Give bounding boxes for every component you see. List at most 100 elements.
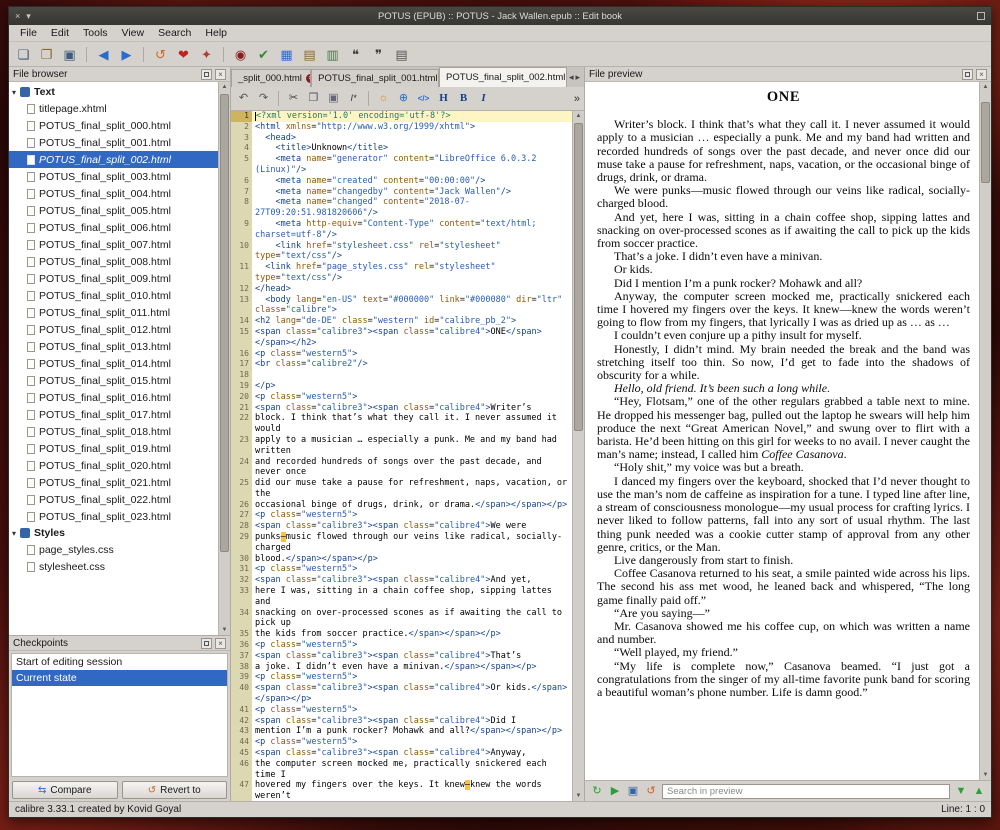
code-line[interactable]: 42<span class="calibre3"><span class="ca… (231, 716, 572, 727)
scroll-down-icon[interactable]: ▼ (980, 770, 991, 780)
file-item[interactable]: POTUS_final_split_010.html (9, 287, 218, 304)
code-line[interactable]: 37<span class="calibre3"><span class="ca… (231, 651, 572, 662)
code-line[interactable]: 23apply to a musician … especially a pun… (231, 435, 572, 457)
copy-icon[interactable]: ❐ (305, 90, 322, 108)
manage-fonts-icon[interactable]: ▤ (300, 45, 319, 64)
file-item[interactable]: POTUS_final_split_015.html (9, 372, 218, 389)
close-panel-icon[interactable]: × (215, 69, 226, 80)
menu-tools[interactable]: Tools (76, 26, 115, 40)
code-line[interactable]: 32<span class="calibre3"><span class="ca… (231, 575, 572, 586)
scrollbar-track[interactable] (219, 92, 230, 625)
file-item[interactable]: POTUS_final_split_016.html (9, 389, 218, 406)
file-item[interactable]: POTUS_final_split_011.html (9, 304, 218, 321)
bold-icon[interactable]: B (455, 90, 472, 108)
file-item[interactable]: POTUS_final_split_019.html (9, 440, 218, 457)
code-editor[interactable]: 1<?xml version='1.0' encoding='utf-8'?>2… (231, 111, 572, 801)
file-item[interactable]: page_styles.css (9, 541, 218, 558)
file-item[interactable]: titlepage.xhtml (9, 100, 218, 117)
toolbar-overflow-icon[interactable]: » (574, 93, 580, 105)
smarten-punctuation-icon[interactable]: ❝ (346, 45, 365, 64)
check-book-icon[interactable]: ◉ (231, 45, 250, 64)
code-line[interactable]: 28<span class="calibre3"><span class="ca… (231, 521, 572, 532)
float-panel-icon[interactable] (201, 638, 212, 649)
file-item[interactable]: POTUS_final_split_004.html (9, 185, 218, 202)
scrollbar-thumb[interactable] (981, 102, 990, 183)
code-line[interactable]: 8 <meta name="changed" content="2018-07-… (231, 197, 572, 219)
code-line[interactable]: 9 <meta http-equiv="Content-Type" conten… (231, 219, 572, 241)
insert-special-character-icon[interactable]: I* (345, 90, 362, 108)
redo-icon[interactable]: ↷ (255, 90, 272, 108)
preview-search-input[interactable] (662, 784, 950, 799)
file-item[interactable]: POTUS_final_split_018.html (9, 423, 218, 440)
tips-icon[interactable]: ☼ (375, 90, 392, 108)
code-line[interactable]: 33here I was, sitting in a chain coffee … (231, 586, 572, 608)
file-item[interactable]: POTUS_final_split_020.html (9, 457, 218, 474)
code-line[interactable]: 35the kids from soccer practice.</span><… (231, 629, 572, 640)
code-line[interactable]: 22block. I think that’s what they call i… (231, 413, 572, 435)
code-line[interactable]: 27<p class="western5"> (231, 510, 572, 521)
window-shade-icon[interactable]: ▾ (26, 11, 31, 22)
code-line[interactable]: 36<p class="western5"> (231, 640, 572, 651)
code-line[interactable]: 31<p class="western5"> (231, 564, 572, 575)
refresh-preview-icon[interactable]: ↻ (589, 783, 605, 799)
code-line[interactable]: 6 <meta name="created" content="00:00:00… (231, 176, 572, 187)
save-icon[interactable]: ▣ (625, 783, 641, 799)
scroll-tabs-left-icon[interactable]: ◂ (569, 72, 574, 83)
code-line[interactable]: 25did our muse take a pause for refreshm… (231, 478, 572, 500)
code-line[interactable]: 2<html xmlns="http://www.w3.org/1999/xht… (231, 122, 572, 133)
code-line[interactable]: 40<span class="calibre3"><span class="ca… (231, 683, 572, 705)
code-line[interactable]: 13 <body lang="en-US" text="#000000" lin… (231, 295, 572, 317)
scroll-down-icon[interactable]: ▼ (573, 791, 584, 801)
menu-view[interactable]: View (115, 26, 152, 40)
new-file-icon[interactable]: ❏ (14, 45, 33, 64)
code-line[interactable]: 41<p class="western5"> (231, 705, 572, 716)
file-item[interactable]: POTUS_final_split_014.html (9, 355, 218, 372)
code-line[interactable]: 11 <link href="page_styles.css" rel="sty… (231, 262, 572, 284)
code-line[interactable]: 4 <title>Unknown</title> (231, 143, 572, 154)
code-line[interactable]: 21<span class="calibre3"><span class="ca… (231, 403, 572, 414)
back-icon[interactable]: ◀ (94, 45, 113, 64)
reports-icon[interactable]: ▤ (392, 45, 411, 64)
preview-scrollbar[interactable]: ▲ ▼ (979, 82, 991, 780)
code-view-icon[interactable]: </> (415, 90, 432, 108)
file-item[interactable]: POTUS_final_split_007.html (9, 236, 218, 253)
code-line[interactable]: 24and recorded hundreds of songs over th… (231, 457, 572, 479)
checkpoint-item[interactable]: Start of editing session (12, 654, 227, 670)
scroll-up-icon[interactable]: ▲ (219, 82, 230, 92)
file-item[interactable]: POTUS_final_split_021.html (9, 474, 218, 491)
code-line[interactable]: 26occasional binge of drugs, drink, or d… (231, 500, 572, 511)
file-item[interactable]: POTUS_final_split_013.html (9, 338, 218, 355)
undo-icon[interactable]: ↶ (235, 90, 252, 108)
scroll-up-icon[interactable]: ▲ (573, 111, 584, 121)
code-line[interactable]: 1<?xml version='1.0' encoding='utf-8'?> (231, 111, 572, 122)
cut-icon[interactable]: ✂ (285, 90, 302, 108)
scroll-up-icon[interactable]: ▲ (980, 82, 991, 92)
forward-icon[interactable]: ▶ (117, 45, 136, 64)
paste-icon[interactable]: ▣ (325, 90, 342, 108)
find-next-icon[interactable]: ▼ (953, 783, 969, 799)
scroll-tabs-right-icon[interactable]: ▸ (575, 72, 580, 83)
scrollbar-thumb[interactable] (220, 94, 229, 552)
code-line[interactable]: 34snacking on over-processed scones as i… (231, 608, 572, 630)
code-line[interactable]: 15<span class="calibre3"><span class="ca… (231, 327, 572, 349)
file-item[interactable]: POTUS_final_split_017.html (9, 406, 218, 423)
code-line[interactable]: 38a joke. I didn’t even have a minivan.<… (231, 662, 572, 673)
file-item[interactable]: POTUS_final_split_000.html (9, 117, 218, 134)
revert-to-button[interactable]: ↺ Revert to (122, 781, 228, 799)
undo-icon[interactable]: ↺ (151, 45, 170, 64)
code-line[interactable]: 45<span class="calibre3"><span class="ca… (231, 748, 572, 759)
code-line[interactable]: 3 <head> (231, 133, 572, 144)
section-header-styles[interactable]: ▾Styles (9, 525, 218, 541)
save-icon[interactable]: ▣ (60, 45, 79, 64)
section-header-text[interactable]: ▾Text (9, 84, 218, 100)
code-line[interactable]: 17<br class="calibre2"/> (231, 359, 572, 370)
code-line[interactable]: 18 (231, 370, 572, 381)
scrollbar-thumb[interactable] (574, 123, 583, 431)
code-line[interactable]: 20<p class="western5"> (231, 392, 572, 403)
menu-edit[interactable]: Edit (44, 26, 76, 40)
code-line[interactable]: 44<p class="western5"> (231, 737, 572, 748)
file-browser-scrollbar[interactable]: ▲ ▼ (218, 82, 230, 635)
arrange-files-icon[interactable]: ▦ (277, 45, 296, 64)
code-line[interactable]: 19</p> (231, 381, 572, 392)
menu-file[interactable]: File (13, 26, 44, 40)
